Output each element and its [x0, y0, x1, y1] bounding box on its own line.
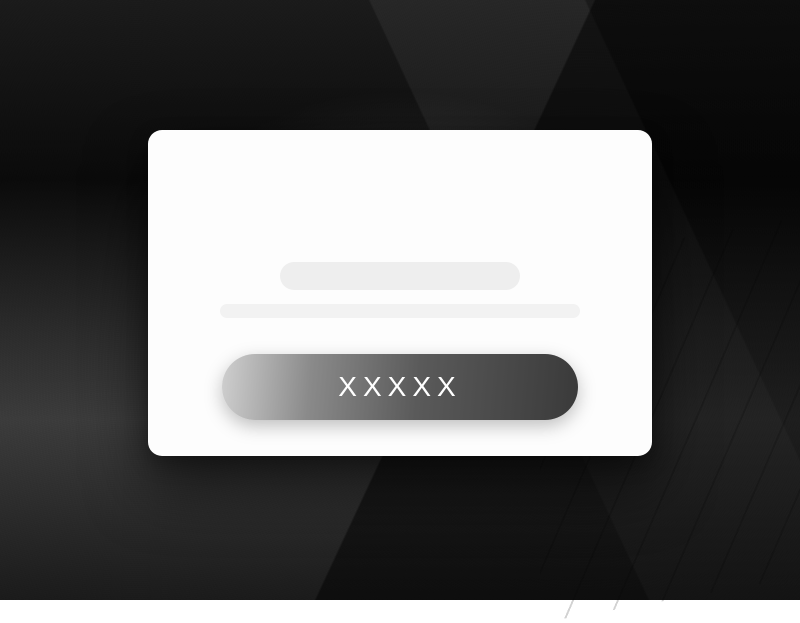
- modal-card: XXXXX: [148, 130, 652, 456]
- primary-action-button[interactable]: XXXXX: [222, 354, 578, 420]
- title-placeholder: [280, 262, 520, 290]
- subtitle-placeholder: [220, 304, 580, 318]
